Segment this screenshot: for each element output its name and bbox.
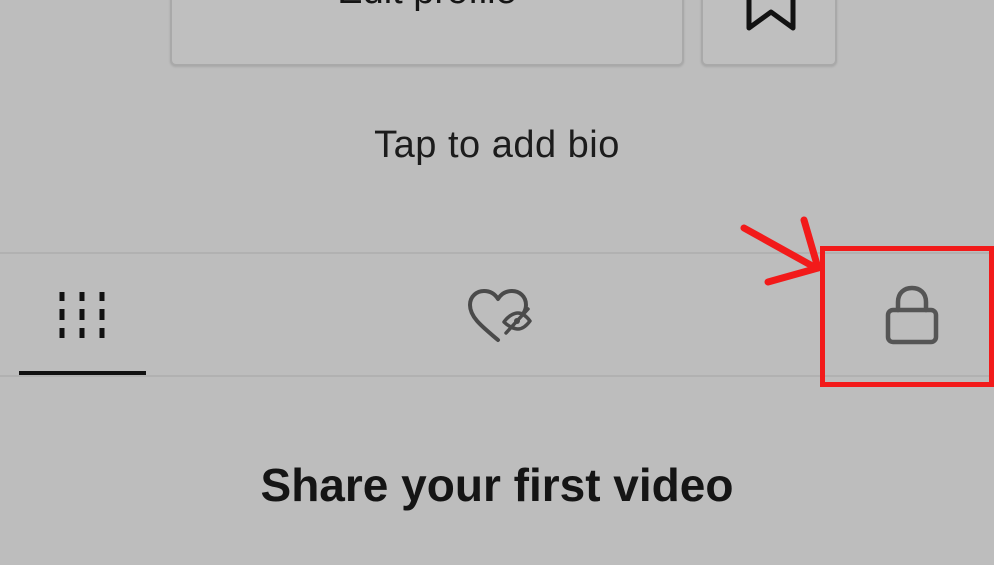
- tab-videos[interactable]: [0, 254, 165, 376]
- annotation-highlight-box: [820, 246, 994, 387]
- empty-state-title: Share your first video: [260, 459, 734, 511]
- edit-profile-button[interactable]: Edit profile: [170, 0, 684, 66]
- grid-icon: [59, 292, 105, 338]
- bookmark-icon: [746, 0, 796, 31]
- tab-liked-videos[interactable]: [420, 254, 580, 375]
- hidden-heart-icon: [468, 289, 532, 342]
- bookmarks-button[interactable]: [701, 0, 837, 66]
- edit-profile-label: Edit profile: [172, 0, 682, 14]
- bio-placeholder[interactable]: Tap to add bio: [0, 124, 994, 167]
- annotation-arrow-icon: [740, 216, 822, 286]
